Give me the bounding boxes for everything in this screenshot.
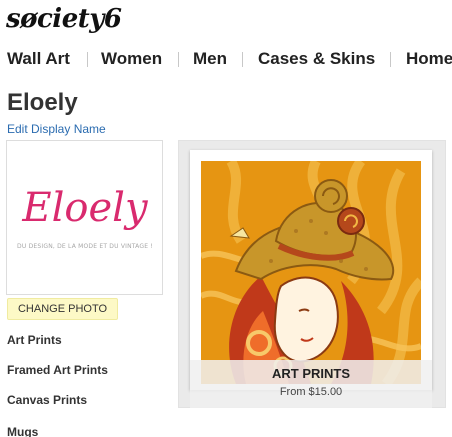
nav-item-women[interactable]: Women — [101, 47, 162, 71]
product-price: From $15.00 — [279, 386, 343, 398]
edit-display-name-link[interactable]: Edit Display Name — [7, 121, 106, 137]
sidebar-link-mugs[interactable]: Mugs — [7, 424, 38, 437]
nav-item-cases-skins[interactable]: Cases & Skins — [258, 47, 375, 71]
main-nav: Wall Art Women Men Cases & Skins Home — [0, 47, 452, 71]
product-artwork[interactable] — [201, 161, 421, 384]
change-photo-button[interactable]: CHANGE PHOTO — [7, 298, 118, 320]
nav-divider — [242, 52, 243, 67]
nav-divider — [390, 52, 391, 67]
sidebar-link-art-prints[interactable]: Art Prints — [7, 332, 62, 348]
nav-item-men[interactable]: Men — [193, 47, 227, 71]
society6-logo[interactable]: søciety6 — [6, 2, 122, 36]
nav-divider — [87, 52, 88, 67]
nav-item-home[interactable]: Home — [406, 47, 452, 71]
sidebar-link-framed-art-prints[interactable]: Framed Art Prints — [7, 362, 108, 378]
avatar-logo-text: Eloely — [21, 185, 149, 231]
avatar: Eloely DU DESIGN, DE LA MODE ET DU VINTA… — [6, 140, 163, 295]
avatar-tagline: DU DESIGN, DE LA MODE ET DU VINTAGE ! — [17, 243, 153, 250]
nav-divider — [178, 52, 179, 67]
profile-name: Eloely — [7, 89, 78, 116]
sidebar-link-canvas-prints[interactable]: Canvas Prints — [7, 392, 87, 408]
product-title[interactable]: ART PRINTS — [190, 366, 432, 382]
nav-item-wall-art[interactable]: Wall Art — [7, 47, 70, 71]
avatar-logo-image: Eloely DU DESIGN, DE LA MODE ET DU VINTA… — [17, 185, 153, 250]
